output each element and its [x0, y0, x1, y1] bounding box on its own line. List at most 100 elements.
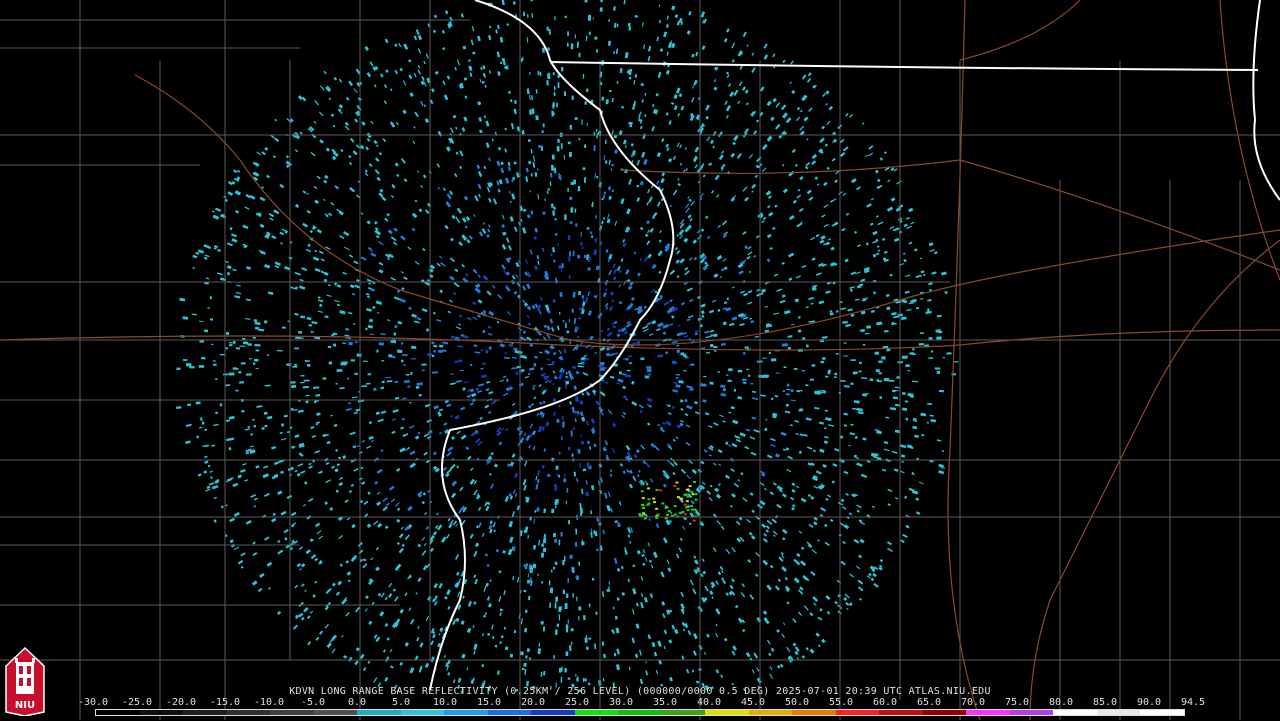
echo-pixel	[503, 392, 509, 397]
echo-pixel	[691, 97, 695, 103]
echo-pixel	[685, 357, 690, 359]
echo-pixel	[230, 543, 235, 548]
echo-pixel	[396, 467, 401, 472]
echo-pixel	[684, 270, 690, 276]
echo-pixel	[830, 246, 835, 251]
echo-pixel	[823, 440, 829, 444]
echo-pixel	[460, 13, 464, 18]
echo-pixel	[778, 556, 784, 562]
echo-pixel	[796, 389, 801, 393]
echo-pixel	[444, 224, 449, 230]
echo-pixel	[522, 227, 527, 234]
echo-pixel	[610, 508, 613, 513]
echo-pixel	[537, 193, 540, 200]
echo-pixel	[832, 463, 838, 467]
echo-pixel	[382, 506, 388, 512]
echo-pixel	[546, 80, 549, 86]
echo-pixel	[427, 435, 432, 440]
echo-pixel	[232, 482, 239, 487]
echo-pixel	[287, 320, 290, 323]
echo-pixel	[809, 648, 815, 654]
echo-pixel	[366, 138, 371, 142]
echo-pixel	[487, 325, 492, 329]
echo-pixel	[595, 611, 598, 615]
echo-pixel	[431, 341, 435, 345]
echo-pixel	[433, 14, 438, 19]
echo-pixel	[731, 682, 734, 686]
echo-pixel	[401, 417, 405, 421]
echo-pixel	[841, 227, 846, 232]
echo-pixel	[393, 241, 398, 246]
echo-pixel	[688, 257, 693, 261]
echo-pixel	[822, 357, 826, 360]
echo-pixel	[469, 72, 473, 77]
echo-pixel	[442, 187, 446, 192]
echo-pixel	[523, 564, 527, 568]
echo-pixel	[225, 504, 228, 507]
echo-pixel	[798, 530, 803, 534]
echo-pixel	[751, 190, 754, 193]
echo-pixel	[548, 28, 551, 35]
echo-pixel	[773, 312, 780, 315]
echo-pixel	[334, 468, 339, 473]
echo-pixel	[676, 553, 680, 559]
echo-pixel	[554, 539, 558, 543]
echo-pixel	[309, 229, 313, 233]
echo-pixel	[651, 126, 655, 132]
echo-pixel	[770, 444, 776, 447]
echo-pixel	[876, 430, 882, 435]
echo-pixel	[819, 239, 825, 244]
echo-pixel	[649, 593, 654, 598]
echo-pixel	[514, 226, 518, 233]
echo-pixel	[725, 114, 729, 119]
echo-pixel	[582, 468, 587, 472]
echo-pixel	[308, 465, 313, 469]
echo-pixel	[481, 532, 485, 538]
echo-pixel	[753, 652, 759, 659]
echo-pixel	[498, 441, 503, 446]
echo-pixel	[608, 159, 611, 165]
echo-pixel	[604, 302, 609, 308]
echo-pixel	[201, 357, 206, 360]
echo-pixel	[527, 405, 532, 409]
echo-pixel	[203, 455, 208, 459]
echo-pixel	[286, 494, 293, 500]
echo-pixel	[666, 69, 670, 75]
echo-pixel	[640, 576, 644, 581]
echo-pixel	[491, 284, 496, 289]
echo-pixel	[851, 178, 857, 184]
echo-pixel	[477, 389, 483, 394]
echo-pixel	[799, 433, 805, 437]
echo-pixel	[805, 161, 811, 167]
echo-pixel	[585, 491, 589, 497]
echo-pixel	[432, 633, 436, 639]
echo-pixel	[352, 323, 356, 325]
echo-pixel	[738, 270, 744, 275]
echo-pixel	[354, 118, 359, 123]
echo-pixel	[497, 670, 500, 675]
echo-pixel	[325, 147, 330, 152]
echo-pixel	[488, 157, 491, 162]
echo-pixel	[301, 96, 307, 102]
echo-pixel	[186, 363, 192, 367]
echo-pixel	[643, 44, 646, 50]
echo-pixel	[369, 61, 374, 67]
echo-pixel	[665, 143, 669, 148]
echo-pixel	[516, 577, 520, 583]
echo-pixel	[598, 225, 603, 231]
echo-pixel	[389, 121, 396, 128]
echo-pixel	[562, 589, 565, 595]
echo-pixel	[811, 257, 816, 261]
echo-pixel	[513, 161, 517, 165]
echo-pixel	[807, 493, 812, 498]
echo-pixel	[603, 653, 606, 659]
echo-pixel	[292, 365, 298, 368]
echo-pixel	[637, 272, 641, 277]
echo-pixel	[660, 571, 665, 578]
echo-pixel	[845, 602, 850, 606]
echo-pixel	[637, 469, 641, 473]
echo-pixel	[716, 194, 720, 198]
echo-pixel	[771, 226, 776, 231]
echo-pixel	[400, 342, 404, 345]
echo-pixel	[918, 481, 924, 485]
